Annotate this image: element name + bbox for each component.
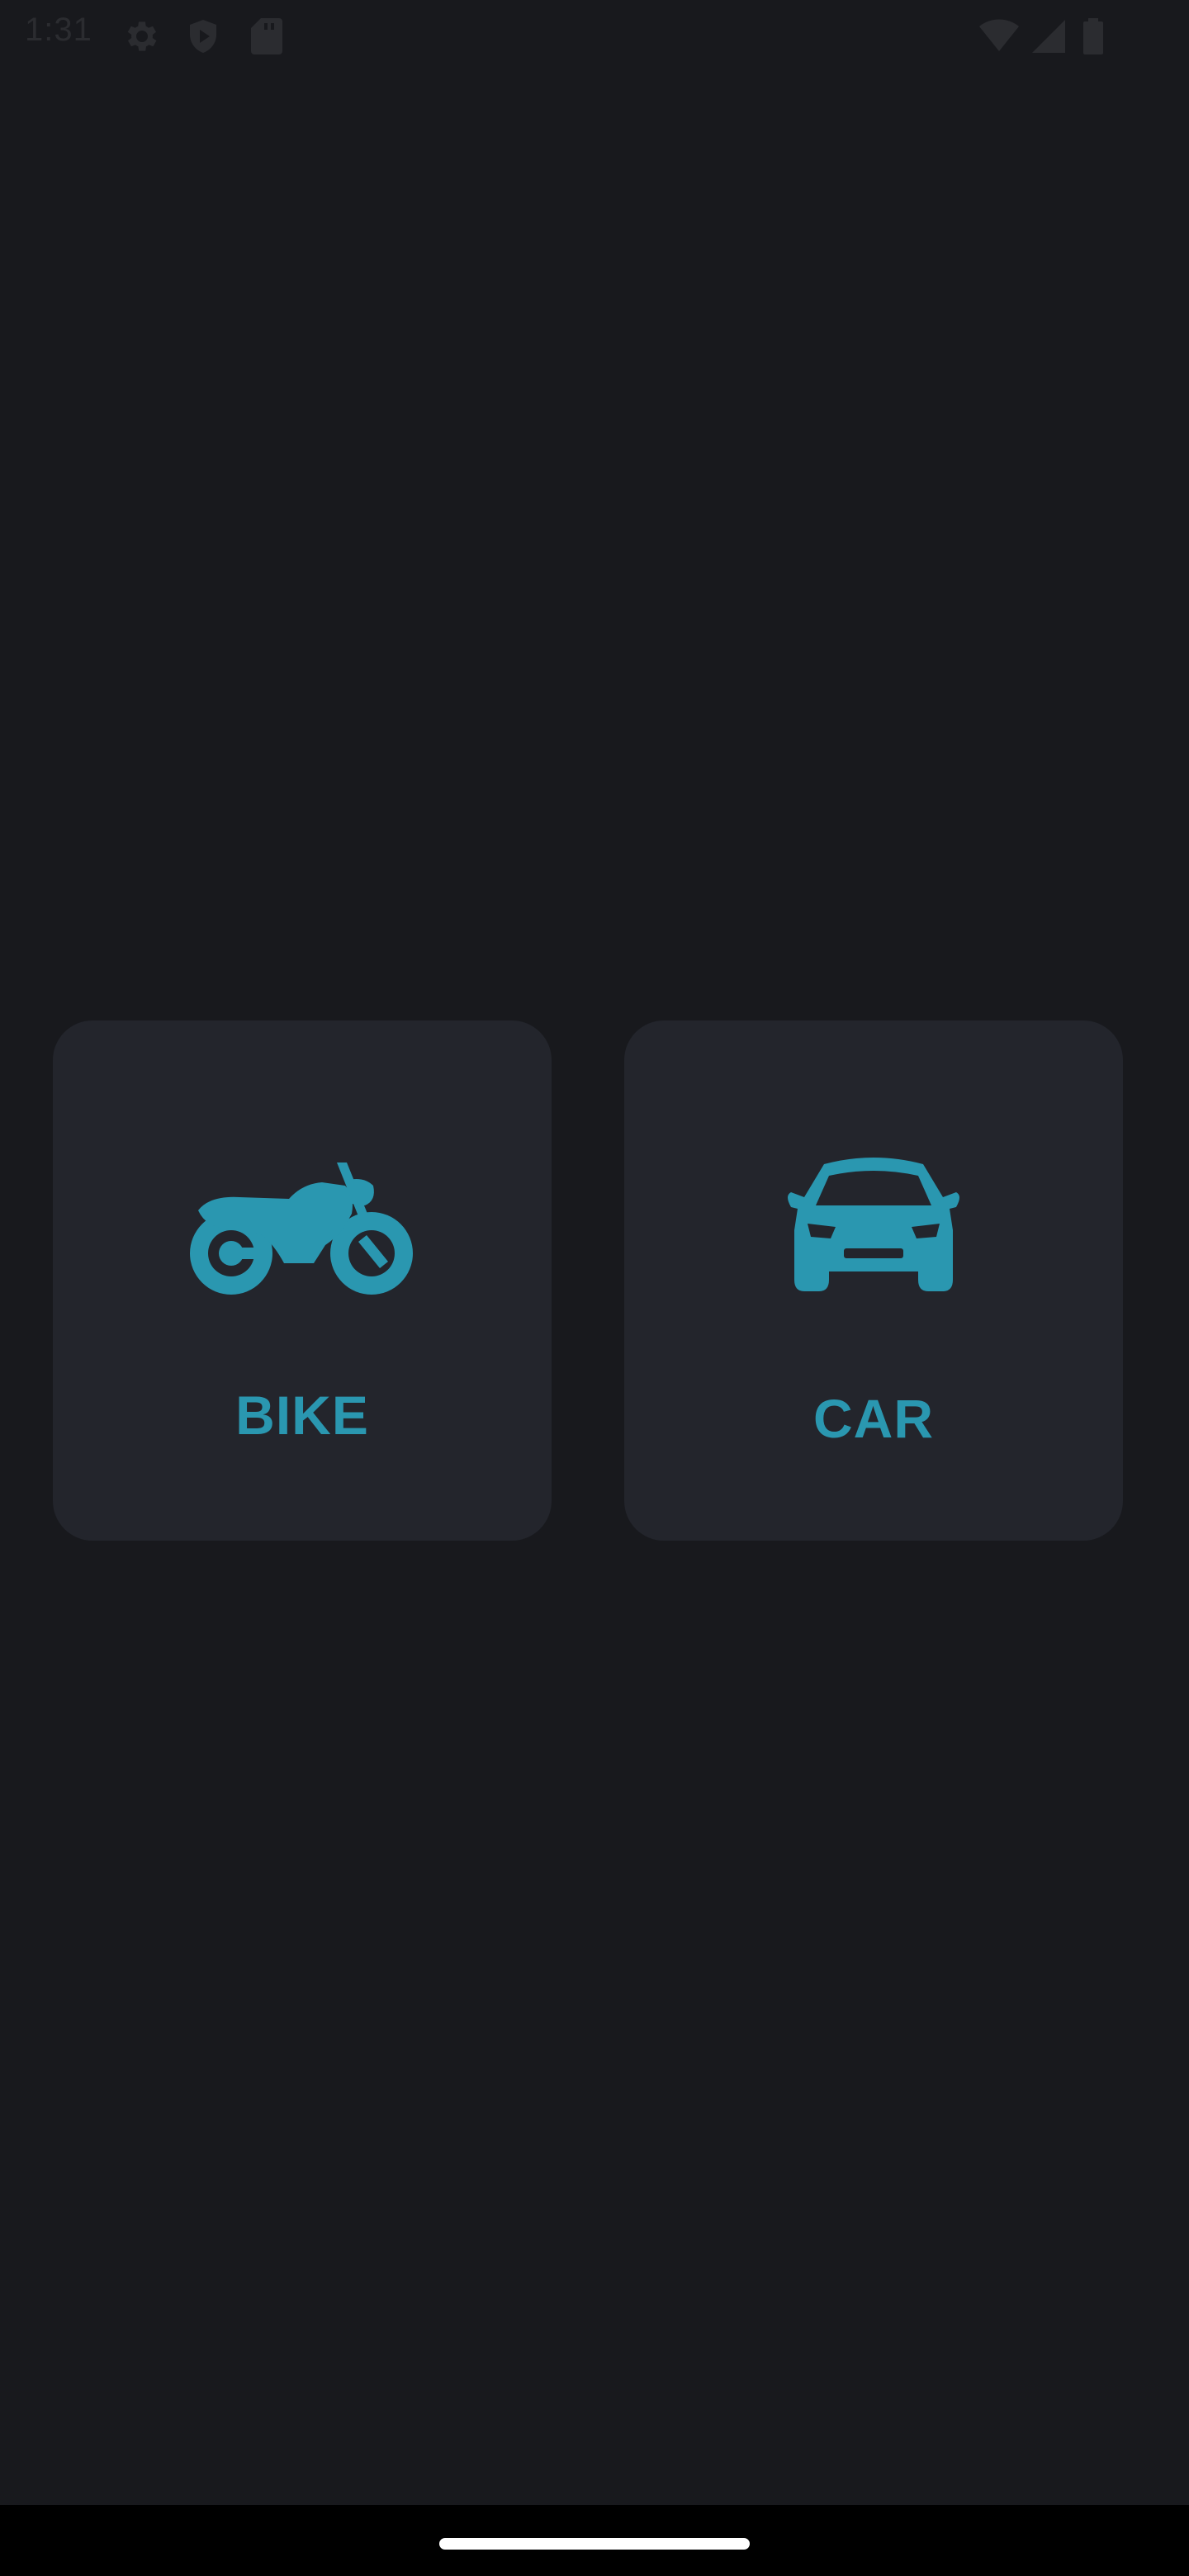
settings-icon — [127, 21, 157, 51]
car-icon — [788, 1158, 959, 1291]
navigation-bar — [0, 2505, 1189, 2576]
status-bar: 1:31 — [0, 0, 1189, 73]
status-time: 1:31 — [25, 12, 92, 48]
bike-label: BIKE — [235, 1385, 369, 1446]
shield-play-icon — [190, 20, 216, 53]
battery-icon — [1083, 18, 1103, 54]
cell-signal-icon — [1032, 20, 1065, 53]
bike-option-card[interactable]: BIKE — [53, 1020, 552, 1541]
motorcycle-icon — [190, 1163, 413, 1295]
home-gesture-handle[interactable] — [439, 2538, 750, 2550]
car-option-card[interactable]: CAR — [624, 1020, 1123, 1541]
sd-card-icon — [251, 18, 282, 54]
car-label: CAR — [813, 1388, 934, 1449]
wifi-icon — [979, 19, 1019, 52]
